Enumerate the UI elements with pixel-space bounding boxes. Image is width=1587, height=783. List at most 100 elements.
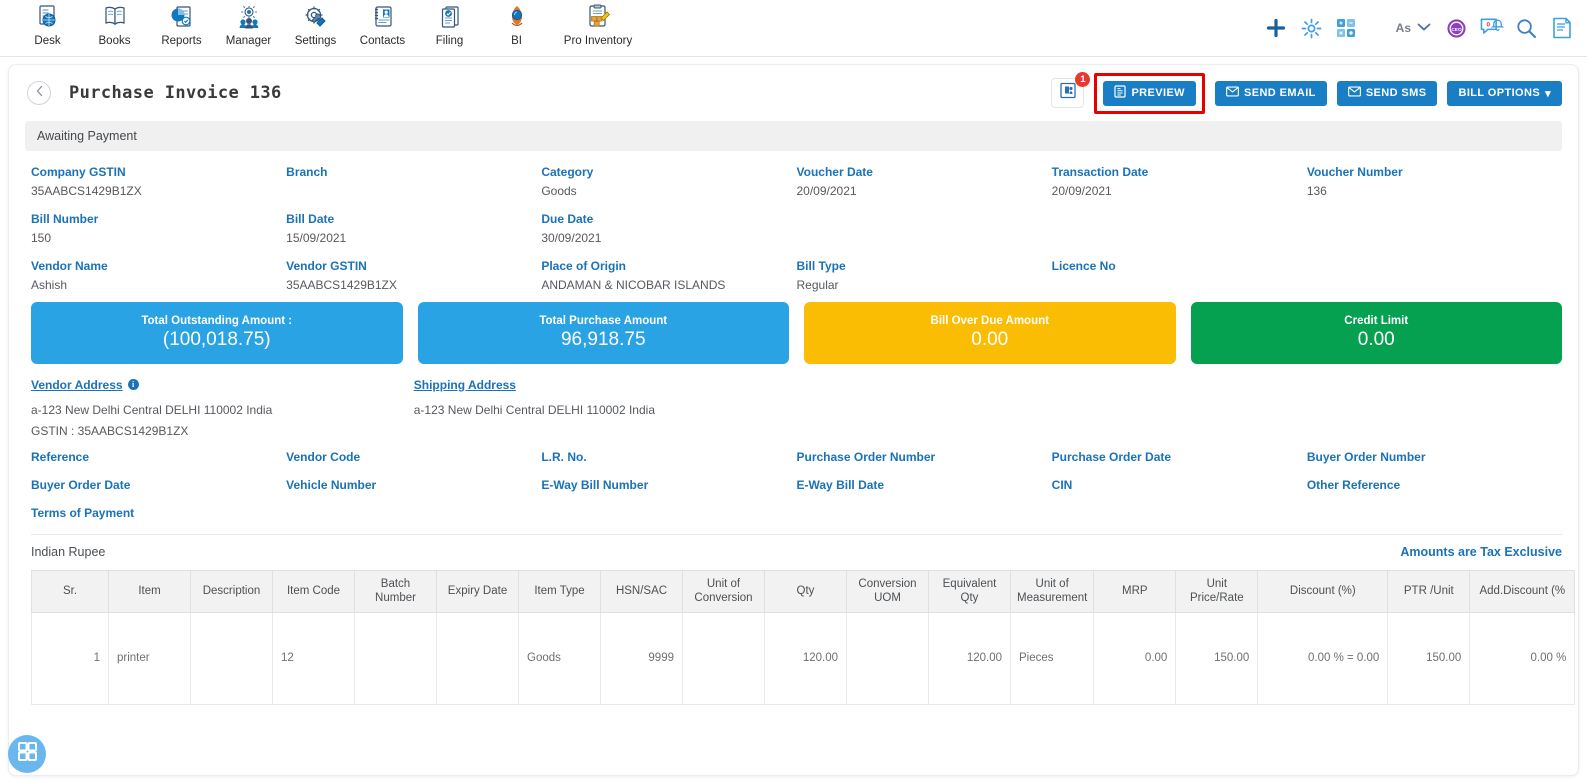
line-items-table-wrapper[interactable]: Sr. Item Description Item Code Batch Num… (9, 559, 1578, 705)
field-value: 35AABCS1429B1ZX (31, 183, 142, 198)
cell-unit-of-measurement: Pieces (1009, 611, 1095, 705)
col-unit-of-measurement[interactable]: Unit of Measurement (1009, 569, 1095, 613)
nav-module-settings[interactable]: Settings (282, 0, 349, 47)
field-value: 136 (1306, 183, 1327, 198)
col-item[interactable]: Item (108, 569, 191, 613)
col-mrp[interactable]: MRP (1093, 569, 1177, 613)
col-unit-of-conversion[interactable]: Unit of Conversion (682, 569, 765, 613)
chevron-down-icon (1417, 19, 1431, 37)
cell-batch-number (354, 611, 437, 705)
nav-module-bi[interactable]: BI (483, 0, 550, 47)
cell-item-code: 12 (272, 611, 355, 705)
summary-card-title: Total Outstanding Amount : (141, 314, 293, 327)
user-avatar-icon[interactable]: CEO (1439, 12, 1474, 44)
vendor-address-gstin: GSTIN : 35AABCS1429B1ZX (31, 423, 189, 438)
nav-module-books[interactable]: Books (81, 0, 148, 47)
field-voucher-date: Voucher Date 20/09/2021 (797, 165, 1052, 199)
field-label: Voucher Number (1306, 165, 1403, 179)
send-sms-button[interactable]: SEND SMS (1336, 80, 1438, 106)
col-item-type[interactable]: Item Type (518, 569, 601, 613)
nav-module-pro-inventory[interactable]: Pro Inventory (550, 0, 646, 47)
people-gear-icon (236, 2, 262, 32)
settings-gear-icon[interactable] (1294, 12, 1329, 44)
cell-equivalent-qty: 120.00 (928, 611, 1011, 705)
envelope-icon (1226, 86, 1239, 100)
nav-module-contacts[interactable]: Contacts (349, 0, 416, 47)
col-item-code[interactable]: Item Code (272, 569, 355, 613)
field-place-of-origin: Place of Origin ANDAMAN & NICOBAR ISLAND… (541, 259, 796, 293)
bill-options-button[interactable]: BILL OPTIONS ▾ (1447, 80, 1562, 106)
send-email-button[interactable]: SEND EMAIL (1214, 80, 1327, 106)
col-expiry-date[interactable]: Expiry Date (436, 569, 519, 613)
col-qty[interactable]: Qty (764, 569, 847, 613)
col-conversion-uom[interactable]: Conversion UOM (846, 569, 929, 613)
summary-card-bill-over-due: Bill Over Due Amount 0.00 (804, 301, 1176, 364)
as-user-switcher[interactable]: As (1396, 19, 1431, 37)
attachment-count-badge: 1 (1075, 72, 1091, 87)
summary-card-value: (100,018.75) (162, 328, 271, 350)
tax-note-link[interactable]: Amounts are Tax Exclusive (1400, 545, 1562, 559)
svg-text:0: 0 (1486, 22, 1490, 29)
table-row[interactable]: 1 printer 12 Goods 9999 120.00 120.00 Pi… (31, 611, 1576, 705)
cell-unit-price-rate: 150.00 (1175, 611, 1259, 705)
col-ptr-unit[interactable]: PTR /Unit (1387, 569, 1471, 613)
field-value: ANDAMAN & NICOBAR ISLANDS (541, 277, 726, 292)
col-hsn-sac[interactable]: HSN/SAC (600, 569, 683, 613)
ref-terms-of-payment: Terms of Payment (31, 505, 135, 520)
cell-expiry-date (436, 611, 519, 705)
cell-discount-pct: 0.00 % = 0.00 (1257, 611, 1389, 705)
field-value: 150 (31, 230, 52, 245)
nav-module-manager[interactable]: Manager (215, 0, 282, 47)
ref-spacer-5 (1307, 506, 1562, 520)
table-header-row: Sr. Item Description Item Code Batch Num… (31, 569, 1576, 613)
cell-add-discount-pct: 0.00 % (1469, 611, 1576, 705)
col-batch-number[interactable]: Batch Number (354, 569, 437, 613)
info-icon[interactable]: i (127, 379, 139, 391)
ref-lr-no: L.R. No. (541, 449, 587, 464)
col-description[interactable]: Description (190, 569, 273, 613)
field-branch: Branch (286, 165, 541, 199)
invoice-page-card: Purchase Invoice 136 1 PREVIEW SEND EMAI… (8, 64, 1579, 776)
search-icon[interactable] (1509, 12, 1544, 44)
gear-wrench-icon (303, 2, 329, 32)
col-sr[interactable]: Sr. (31, 569, 109, 613)
send-email-button-label: SEND EMAIL (1243, 87, 1316, 99)
quick-apps-fab[interactable] (8, 735, 46, 773)
bi-rocket-icon (504, 2, 530, 32)
col-equivalent-qty[interactable]: Equivalent Qty (928, 569, 1011, 613)
send-sms-button-label: SEND SMS (1365, 87, 1427, 99)
svg-text:CEO: CEO (1451, 26, 1462, 32)
summary-card-title: Credit Limit (1344, 314, 1409, 327)
as-label: As (1395, 21, 1411, 35)
field-label: Transaction Date (1051, 165, 1149, 179)
ref-vehicle-number: Vehicle Number (286, 477, 377, 492)
nav-module-filing[interactable]: Filing (416, 0, 483, 47)
chat-notification-icon[interactable]: 0 (1474, 12, 1509, 44)
preview-button[interactable]: PREVIEW (1103, 80, 1196, 106)
field-value: Ashish (31, 277, 68, 292)
field-transaction-date: Transaction Date 20/09/2021 (1052, 165, 1307, 199)
cell-item[interactable]: printer (108, 611, 191, 705)
filing-documents-icon (437, 2, 463, 32)
summary-card-title: Bill Over Due Amount (930, 314, 1049, 327)
col-discount-pct[interactable]: Discount (%) (1257, 569, 1389, 613)
apps-grid-icon (17, 742, 37, 766)
notes-document-icon[interactable] (1544, 12, 1579, 44)
col-add-discount-pct[interactable]: Add.Discount (% (1469, 569, 1576, 613)
preview-file-icon (1114, 85, 1127, 101)
add-plus-icon[interactable] (1259, 12, 1294, 44)
shipping-address-link[interactable]: Shipping Address (414, 378, 516, 392)
cell-description (190, 611, 273, 705)
ref-spacer-4 (1052, 506, 1307, 520)
field-label: Bill Number (31, 212, 99, 227)
inventory-clipboard-icon (585, 2, 611, 32)
nav-module-reports[interactable]: Reports (148, 0, 215, 47)
vendor-address-link[interactable]: Vendor Address i (31, 378, 139, 392)
attachment-document-button[interactable]: 1 (1051, 72, 1091, 108)
back-button[interactable] (27, 81, 51, 105)
nav-module-desk[interactable]: Desk (14, 0, 81, 47)
col-unit-price-rate[interactable]: Unit Price/Rate (1175, 569, 1259, 613)
field-label: Bill Date (286, 212, 335, 227)
status-badge: Awaiting Payment (25, 121, 1562, 151)
apps-grid-icon[interactable] (1329, 12, 1364, 44)
